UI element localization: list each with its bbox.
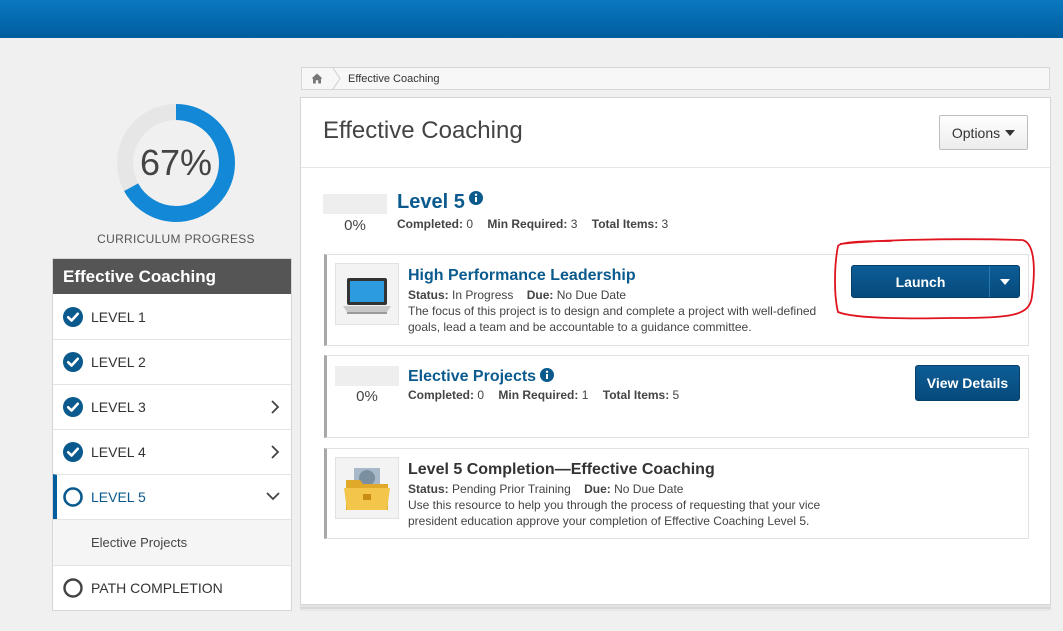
level-title[interactable]: Level 5 bbox=[397, 191, 483, 214]
progress-percent: 67% bbox=[139, 142, 213, 183]
sidebar-item-level-3[interactable]: LEVEL 3 bbox=[53, 384, 291, 429]
top-header-bar bbox=[0, 0, 1063, 38]
info-icon[interactable] bbox=[540, 368, 555, 382]
breadcrumb-separator-icon bbox=[332, 68, 341, 89]
card-description: The focus of this project is to design a… bbox=[408, 304, 817, 334]
sidebar-item-label: LEVEL 4 bbox=[91, 444, 146, 460]
sidebar-item-label: LEVEL 1 bbox=[91, 308, 146, 325]
level-stats: Completed: 0 Min Required: 3 Total Items… bbox=[397, 217, 669, 231]
sidebar-title: Effective Coaching bbox=[53, 259, 291, 294]
sidebar-item-level-2[interactable]: LEVEL 2 bbox=[53, 339, 291, 384]
curriculum-panel: Effective Coaching Options 0% Level 5 Co… bbox=[300, 97, 1051, 605]
breadcrumb: Effective Coaching bbox=[301, 67, 1050, 90]
sidebar-item-level-5[interactable]: LEVEL 5 bbox=[53, 474, 291, 519]
level-percent: 0% bbox=[344, 217, 366, 234]
check-circle-icon bbox=[63, 442, 83, 462]
sidebar-item-path-completion[interactable]: PATH COMPLETION bbox=[53, 565, 291, 610]
curriculum-sidebar: Effective Coaching LEVEL 1 LEVEL 2 LEVEL… bbox=[52, 258, 292, 611]
curriculum-progress-ring: 67% bbox=[115, 102, 237, 224]
level-title-text[interactable]: Level 5 bbox=[397, 191, 465, 214]
sidebar-item-label: LEVEL 5 bbox=[91, 489, 146, 505]
chevron-right-icon[interactable] bbox=[269, 444, 281, 460]
check-circle-icon bbox=[63, 397, 83, 417]
elective-progress-bar bbox=[335, 366, 399, 386]
sidebar-subitem-elective-projects[interactable]: Elective Projects bbox=[53, 519, 291, 565]
annotation-circle bbox=[834, 238, 1035, 320]
level-progress-bar bbox=[323, 194, 387, 214]
options-button[interactable]: Options bbox=[939, 115, 1028, 150]
home-icon[interactable] bbox=[302, 68, 332, 89]
card-title-text[interactable]: Elective Projects bbox=[408, 368, 536, 386]
sidebar-item-label: LEVEL 3 bbox=[91, 399, 146, 415]
sidebar-item-label: LEVEL 2 bbox=[91, 354, 146, 370]
caret-down-icon bbox=[1005, 129, 1016, 136]
divider bbox=[301, 167, 1050, 168]
empty-circle-icon bbox=[63, 487, 83, 507]
empty-circle-icon bbox=[63, 578, 83, 598]
sidebar-item-level-4[interactable]: LEVEL 4 bbox=[53, 429, 291, 474]
sidebar-item-label: PATH COMPLETION bbox=[91, 580, 223, 596]
progress-caption: CURRICULUM PROGRESS bbox=[97, 232, 255, 246]
card-stats: Completed: 0 Min Required: 1 Total Items… bbox=[408, 388, 680, 402]
check-circle-icon bbox=[63, 352, 83, 372]
breadcrumb-current[interactable]: Effective Coaching bbox=[342, 73, 440, 85]
card-title[interactable]: High Performance Leadership bbox=[408, 267, 636, 285]
elective-percent: 0% bbox=[356, 388, 378, 405]
laptop-icon bbox=[335, 263, 399, 325]
folder-icon bbox=[335, 457, 399, 519]
card-description: Use this resource to help you through th… bbox=[408, 498, 821, 528]
card-status: Status: In Progress Due: No Due Date bbox=[408, 288, 627, 302]
chevron-down-icon[interactable] bbox=[265, 490, 281, 502]
card-title[interactable]: Elective Projects bbox=[408, 368, 555, 386]
view-details-button[interactable]: View Details bbox=[915, 365, 1020, 401]
course-card-level-5-completion: Level 5 Completion—Effective Coaching St… bbox=[324, 448, 1029, 539]
card-status: Status: Pending Prior Training Due: No D… bbox=[408, 482, 684, 496]
card-title[interactable]: Level 5 Completion—Effective Coaching bbox=[408, 461, 715, 479]
sidebar-item-level-1[interactable]: LEVEL 1 bbox=[53, 294, 291, 339]
options-button-label: Options bbox=[951, 124, 1001, 141]
info-icon[interactable] bbox=[468, 191, 483, 205]
chevron-right-icon[interactable] bbox=[269, 399, 281, 415]
check-circle-icon bbox=[63, 306, 83, 327]
page-title: Effective Coaching bbox=[323, 117, 523, 144]
course-card-elective-projects: 0% Elective Projects Completed: 0 Min Re… bbox=[324, 355, 1029, 438]
